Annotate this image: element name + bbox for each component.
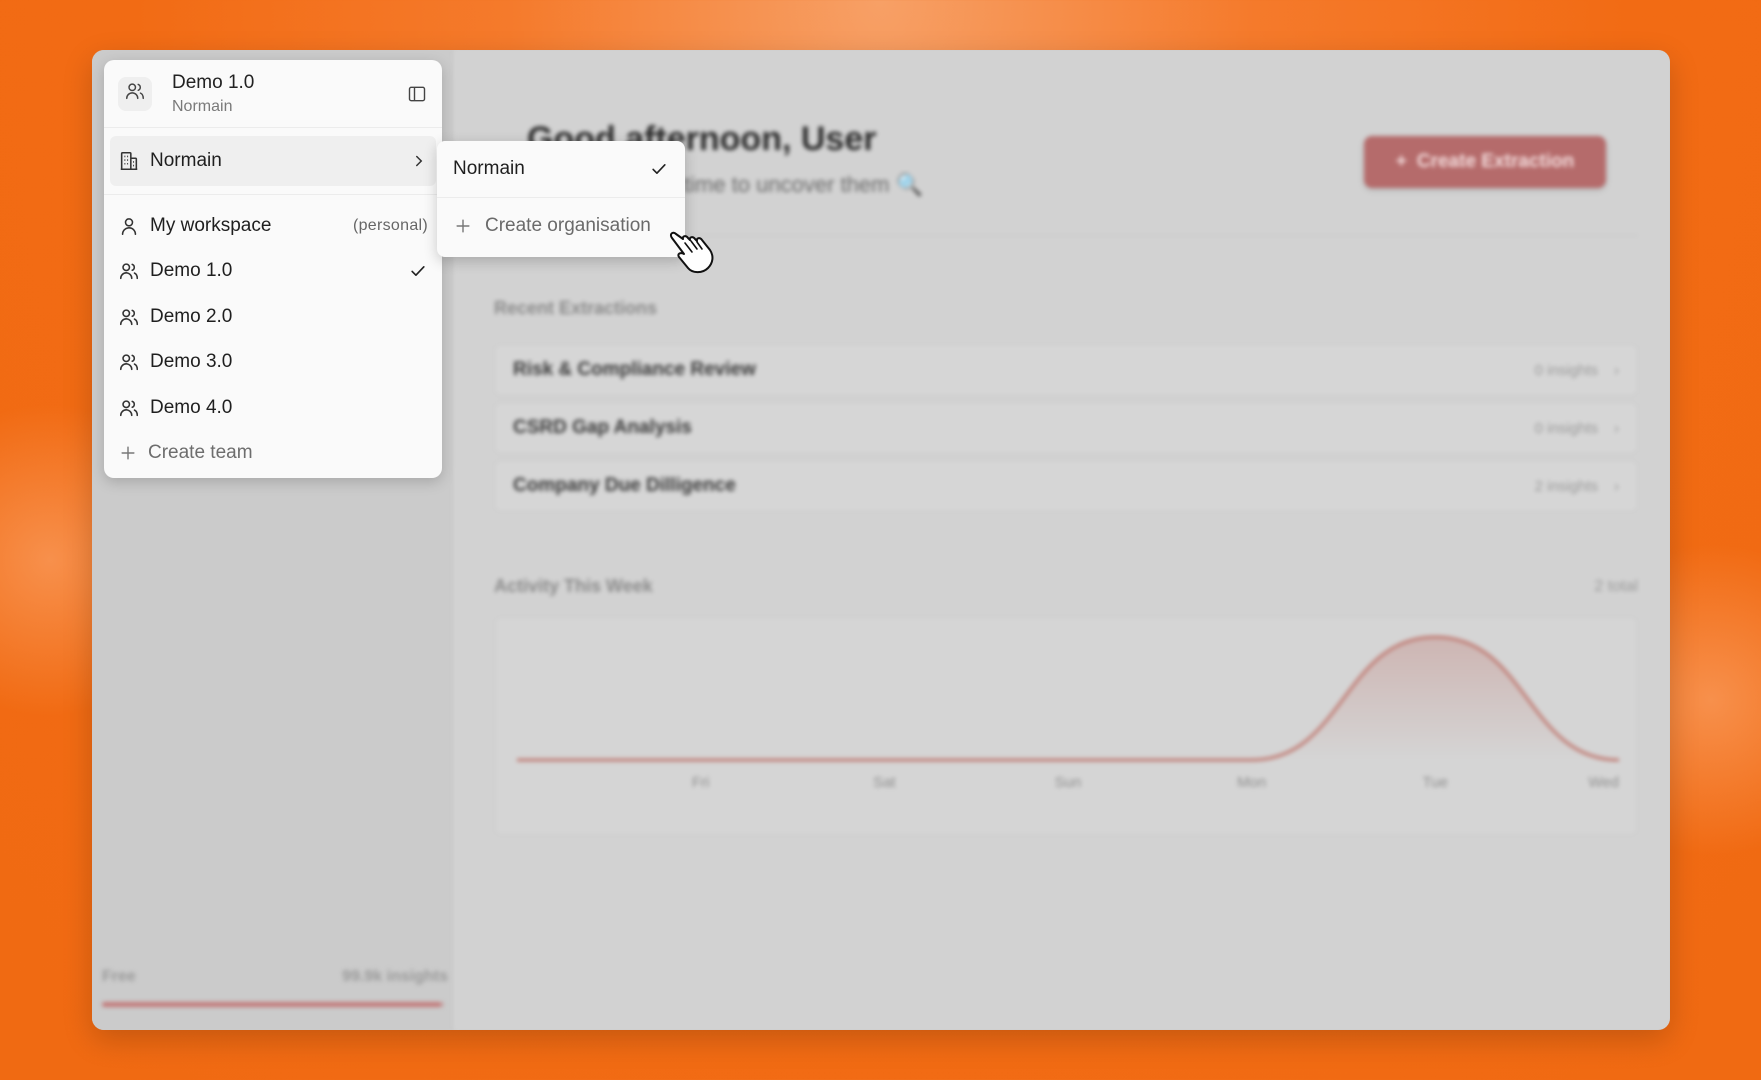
activity-chart: Fri Sat Sun Mon Tue Wed bbox=[516, 635, 1620, 791]
extraction-name: Risk & Compliance Review bbox=[513, 359, 756, 380]
plus-icon bbox=[453, 216, 473, 236]
users-icon bbox=[124, 80, 146, 107]
x-tick-label: Sat bbox=[873, 774, 896, 791]
extraction-insights: 0 insights bbox=[1534, 361, 1598, 379]
divider bbox=[104, 194, 442, 195]
extraction-insights: 0 insights bbox=[1534, 419, 1598, 437]
activity-chart-card: Fri Sat Sun Mon Tue Wed bbox=[494, 616, 1638, 836]
org-row-label: Normain bbox=[150, 150, 222, 171]
users-icon bbox=[118, 351, 140, 373]
users-icon bbox=[118, 397, 140, 419]
plan-insights: 99.9k insights bbox=[342, 968, 448, 985]
extraction-name: CSRD Gap Analysis bbox=[513, 417, 692, 438]
check-icon bbox=[408, 261, 428, 281]
extraction-insights: 2 insights bbox=[1534, 477, 1598, 495]
chevron-right-icon: › bbox=[1614, 361, 1619, 379]
plan-usage: Free 99.9k insights bbox=[92, 950, 454, 1030]
personal-tag: (personal) bbox=[352, 216, 428, 234]
plan-name: Free bbox=[102, 968, 136, 985]
users-icon bbox=[118, 260, 140, 282]
extraction-row[interactable]: CSRD Gap Analysis 0 insights › bbox=[494, 402, 1638, 454]
user-icon bbox=[118, 215, 140, 237]
chart-area bbox=[517, 637, 1619, 760]
recent-extractions-title: Recent Extractions bbox=[494, 298, 658, 318]
create-team-button[interactable]: Create team bbox=[104, 431, 442, 477]
team-item-demo-4[interactable]: Demo 4.0 bbox=[104, 385, 442, 431]
team-item-label: Demo 2.0 bbox=[150, 305, 233, 327]
current-team-name: Demo 1.0 bbox=[172, 71, 255, 93]
team-switcher-panel: Demo 1.0 Normain Normain My workspace (p… bbox=[104, 60, 442, 478]
team-item-label: Demo 1.0 bbox=[150, 260, 233, 282]
team-item-demo-1[interactable]: Demo 1.0 bbox=[104, 249, 442, 295]
org-item-normain[interactable]: Normain bbox=[437, 141, 685, 197]
team-item-demo-3[interactable]: Demo 3.0 bbox=[104, 340, 442, 386]
chevron-right-icon: › bbox=[1614, 419, 1619, 437]
current-org-name: Normain bbox=[172, 97, 233, 115]
x-tick-label: Tue bbox=[1423, 774, 1448, 791]
users-icon bbox=[118, 306, 140, 328]
chevron-right-icon bbox=[410, 152, 428, 170]
chevron-right-icon: › bbox=[1614, 477, 1619, 495]
building-icon bbox=[118, 150, 140, 172]
activity-title: Activity This Week bbox=[494, 576, 653, 596]
extraction-row[interactable]: Company Due Dilligence 2 insights › bbox=[494, 460, 1638, 512]
team-avatar bbox=[118, 76, 152, 111]
create-team-label: Create team bbox=[148, 442, 253, 464]
page-subtitle: time to uncover them 🔍 bbox=[684, 172, 923, 197]
create-extraction-button[interactable]: + Create Extraction bbox=[1364, 136, 1606, 188]
extraction-row[interactable]: Risk & Compliance Review 0 insights › bbox=[494, 344, 1638, 396]
plus-icon bbox=[118, 443, 138, 463]
team-item-label: Demo 4.0 bbox=[150, 396, 233, 418]
plan-progress-track bbox=[102, 1002, 444, 1007]
x-tick-label: Fri bbox=[692, 774, 710, 791]
team-item-label: My workspace bbox=[150, 214, 272, 236]
team-item-demo-2[interactable]: Demo 2.0 bbox=[104, 294, 442, 340]
org-submenu: Normain Create organisation bbox=[437, 141, 685, 257]
x-tick-label: Sun bbox=[1055, 774, 1082, 791]
check-icon bbox=[649, 159, 669, 179]
org-item-label: Normain bbox=[453, 158, 525, 179]
plan-progress-fill bbox=[102, 1002, 441, 1007]
x-tick-label: Mon bbox=[1237, 774, 1266, 791]
team-switcher-header[interactable]: Demo 1.0 Normain bbox=[104, 60, 442, 128]
team-item-my-workspace[interactable]: My workspace (personal) bbox=[104, 203, 442, 249]
extraction-name: Company Due Dilligence bbox=[513, 475, 736, 496]
plus-icon: + bbox=[1395, 151, 1407, 172]
activity-total: 2 total bbox=[1594, 578, 1638, 595]
extractions-list: Risk & Compliance Review 0 insights › CSR… bbox=[494, 344, 1638, 518]
create-extraction-label: Create Extraction bbox=[1416, 151, 1575, 172]
create-organisation-button[interactable]: Create organisation bbox=[437, 198, 685, 254]
sidebar-toggle-icon[interactable] bbox=[406, 83, 428, 105]
team-item-label: Demo 3.0 bbox=[150, 351, 233, 373]
create-organisation-label: Create organisation bbox=[485, 215, 651, 236]
hand-pointer-icon bbox=[668, 228, 718, 281]
x-tick-label: Wed bbox=[1588, 774, 1619, 791]
org-selector-row[interactable]: Normain bbox=[110, 136, 436, 186]
